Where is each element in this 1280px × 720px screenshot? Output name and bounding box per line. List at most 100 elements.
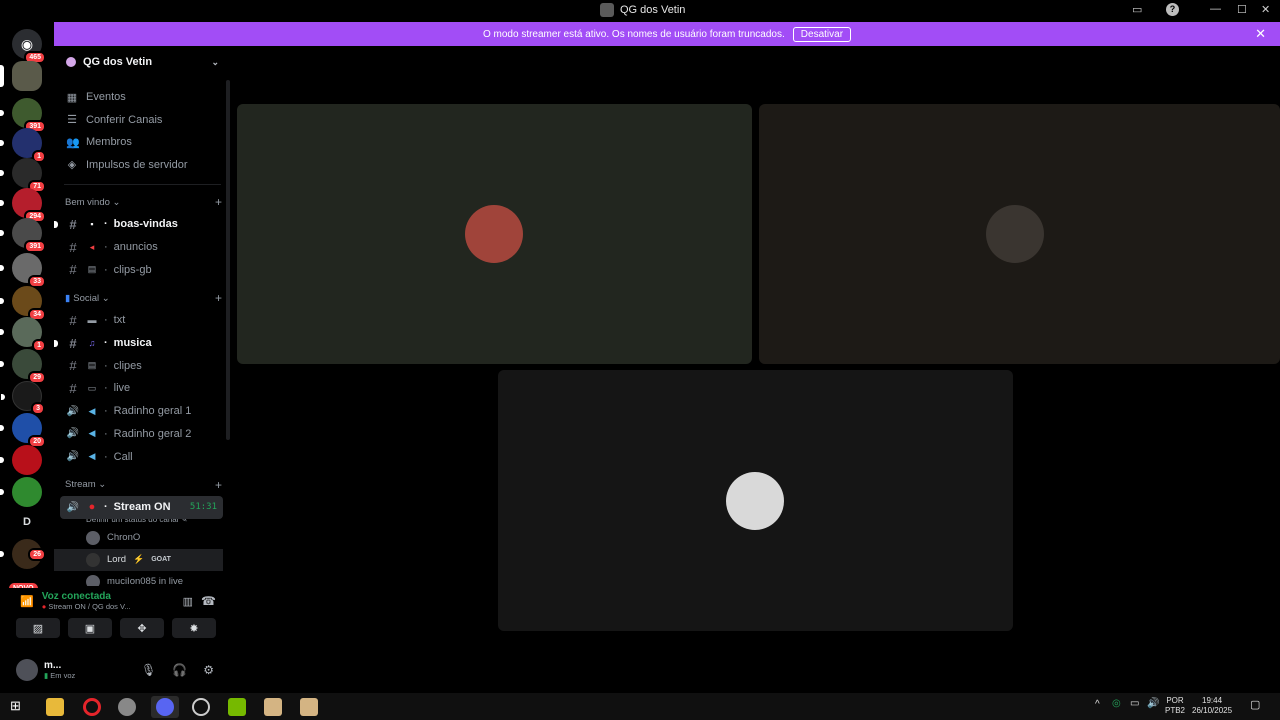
channel-sep: · xyxy=(104,337,108,350)
server-icon[interactable]: 294 xyxy=(0,188,46,223)
channel-type-icon: # xyxy=(69,239,77,255)
category-bem-vindo[interactable]: Bem vindo ⌄ + xyxy=(54,191,231,213)
server-icon[interactable]: 71 xyxy=(0,158,46,193)
keyboard-language[interactable]: POR PTB2 xyxy=(1165,696,1185,716)
user-name: m... xyxy=(44,660,62,671)
server-icon[interactable]: 3 xyxy=(1,381,45,415)
channel-name: live xyxy=(113,382,131,395)
discord-taskbar-icon[interactable] xyxy=(156,698,174,716)
disconnect-icon[interactable]: ☎ xyxy=(201,594,216,608)
close-banner-icon[interactable]: ✕ xyxy=(1255,26,1266,42)
activities-button[interactable]: ✥ xyxy=(120,618,164,638)
unread-pip xyxy=(0,329,4,335)
server-icon[interactable]: 1 xyxy=(0,128,46,163)
participant-tile[interactable] xyxy=(237,104,752,364)
channel-txt[interactable]: # ▬ · txt xyxy=(54,309,231,332)
category-marker: ▮ xyxy=(65,292,71,304)
server-icon[interactable]: 391 xyxy=(0,218,46,253)
participant-tile[interactable] xyxy=(498,370,1013,631)
voice-connected-subtitle[interactable]: ● Stream ON / QG dos V... xyxy=(42,602,131,611)
direct-messages-button[interactable]: ◉ 465 xyxy=(12,29,46,64)
server-qg-dos-vetin[interactable] xyxy=(0,61,42,91)
server-icon[interactable]: 20 xyxy=(0,413,46,448)
windows-start-icon[interactable]: ⊞ xyxy=(10,698,28,716)
channel-musica[interactable]: # ♫ · musica xyxy=(54,332,231,355)
noise-suppression-icon[interactable]: ▥ xyxy=(183,595,193,608)
user-avatar[interactable] xyxy=(16,659,38,681)
flag-emoji-icon: ▪ xyxy=(90,219,94,230)
server-icon[interactable]: 33 xyxy=(0,253,46,288)
close-window-icon[interactable]: ✕ xyxy=(1261,3,1270,16)
app-icon[interactable] xyxy=(264,698,282,716)
file-explorer-icon[interactable] xyxy=(46,698,64,716)
volume-icon[interactable]: 🔊 xyxy=(1147,698,1159,709)
channel-boas-vindas[interactable]: # ▪ · boas-vindas xyxy=(54,213,231,236)
speaker-icon: 🔊 xyxy=(66,451,80,463)
nav-label: Conferir Canais xyxy=(86,113,163,126)
channel-clips-gb[interactable]: # ▤ · clips-gb xyxy=(54,258,231,281)
disable-streamer-button[interactable]: Desativar xyxy=(792,26,852,42)
nav-members[interactable]: 👥 Membros xyxy=(54,131,231,154)
user-info[interactable]: m... ▮ Em voz xyxy=(44,660,75,680)
add-channel-icon[interactable]: + xyxy=(215,478,222,492)
notifications-icon[interactable]: ▢ xyxy=(1250,698,1260,711)
server-icon[interactable]: 29 xyxy=(0,349,46,384)
opera-icon[interactable] xyxy=(83,698,101,716)
nav-events[interactable]: ▦ Eventos xyxy=(54,86,231,109)
channel-clipes[interactable]: # ▤ · clipes xyxy=(54,354,231,377)
app-icon[interactable] xyxy=(118,698,136,716)
server-icon[interactable]: 26 xyxy=(0,539,46,569)
tray-app-icon[interactable]: ◎ xyxy=(1112,698,1121,709)
channel-type-icon: # xyxy=(69,262,77,278)
sidebar-scrollbar[interactable] xyxy=(226,80,230,440)
nav-browse-channels[interactable]: ☰ Conferir Canais xyxy=(54,109,231,132)
app-icon[interactable] xyxy=(192,698,210,716)
channel-radinho-geral-2[interactable]: 🔊 ◀ · Radinho geral 2 xyxy=(54,423,231,446)
server-icon[interactable] xyxy=(0,445,42,475)
channel-radinho-geral-1[interactable]: 🔊 ◀ · Radinho geral 1 xyxy=(54,400,231,423)
channel-stream-on[interactable]: 🔊 ● · Stream ON 51:31 xyxy=(60,495,223,519)
server-icon[interactable] xyxy=(0,477,42,507)
category-stream[interactable]: Stream ⌄ + xyxy=(54,474,231,496)
add-channel-icon[interactable]: + xyxy=(215,195,222,209)
screen-share-icon[interactable]: ▭ xyxy=(1132,3,1142,16)
channel-live[interactable]: # ▭ · live xyxy=(54,377,231,400)
unread-pip xyxy=(0,361,4,367)
speaker-connected-icon: 🔊 xyxy=(66,501,80,513)
settings-gear-icon[interactable]: ⚙ xyxy=(203,663,214,677)
server-icon[interactable]: 1 xyxy=(0,317,46,352)
channel-anuncios[interactable]: # ◂ · anuncios xyxy=(54,236,231,259)
channel-name: musica xyxy=(113,337,152,350)
voice-member[interactable]: muciIon085 in live xyxy=(54,571,231,586)
microphone-icon[interactable]: 🎙 xyxy=(141,663,156,677)
soundboard-button[interactable]: ✸ xyxy=(172,618,216,638)
category-name: Bem vindo xyxy=(65,196,110,208)
nvidia-icon[interactable] xyxy=(228,698,246,716)
camera-off-button[interactable]: ▨ xyxy=(16,618,60,638)
nav-label: Membros xyxy=(86,136,132,149)
app-icon[interactable] xyxy=(300,698,318,716)
server-letter-d[interactable]: D xyxy=(12,507,42,537)
participant-tile[interactable] xyxy=(759,104,1280,364)
nav-server-boosts[interactable]: ◈ Impulsos de servidor xyxy=(54,154,231,177)
maximize-icon[interactable]: ☐ xyxy=(1237,3,1247,16)
signal-icon[interactable]: 📶 xyxy=(20,595,34,608)
channel-name: clips-gb xyxy=(113,263,152,276)
help-icon[interactable]: ? xyxy=(1166,3,1179,16)
voice-member[interactable]: ChronO xyxy=(54,527,231,549)
tray-chevron-icon[interactable]: ^ xyxy=(1095,699,1100,710)
headphones-icon[interactable]: 🎧 xyxy=(172,663,187,677)
channel-sep: · xyxy=(104,359,108,372)
add-channel-icon[interactable]: + xyxy=(215,291,222,305)
server-icon[interactable]: 391 xyxy=(0,98,46,133)
server-header[interactable]: QG dos Vetin ⌄ xyxy=(54,46,231,78)
server-icon[interactable]: 34 xyxy=(0,286,46,321)
category-social[interactable]: ▮ Social ⌄ + xyxy=(54,287,231,309)
channel-call[interactable]: 🔊 ◀ · Call xyxy=(54,445,231,468)
voice-member[interactable]: Lord ⚡ GOAT xyxy=(54,548,223,571)
clock[interactable]: 19:44 26/10/2025 xyxy=(1192,696,1232,716)
minimize-icon[interactable]: — xyxy=(1210,3,1221,15)
share-screen-button[interactable]: ▣ xyxy=(68,618,112,638)
network-icon[interactable]: ▭ xyxy=(1130,698,1139,709)
clock-time: 19:44 xyxy=(1202,696,1223,705)
